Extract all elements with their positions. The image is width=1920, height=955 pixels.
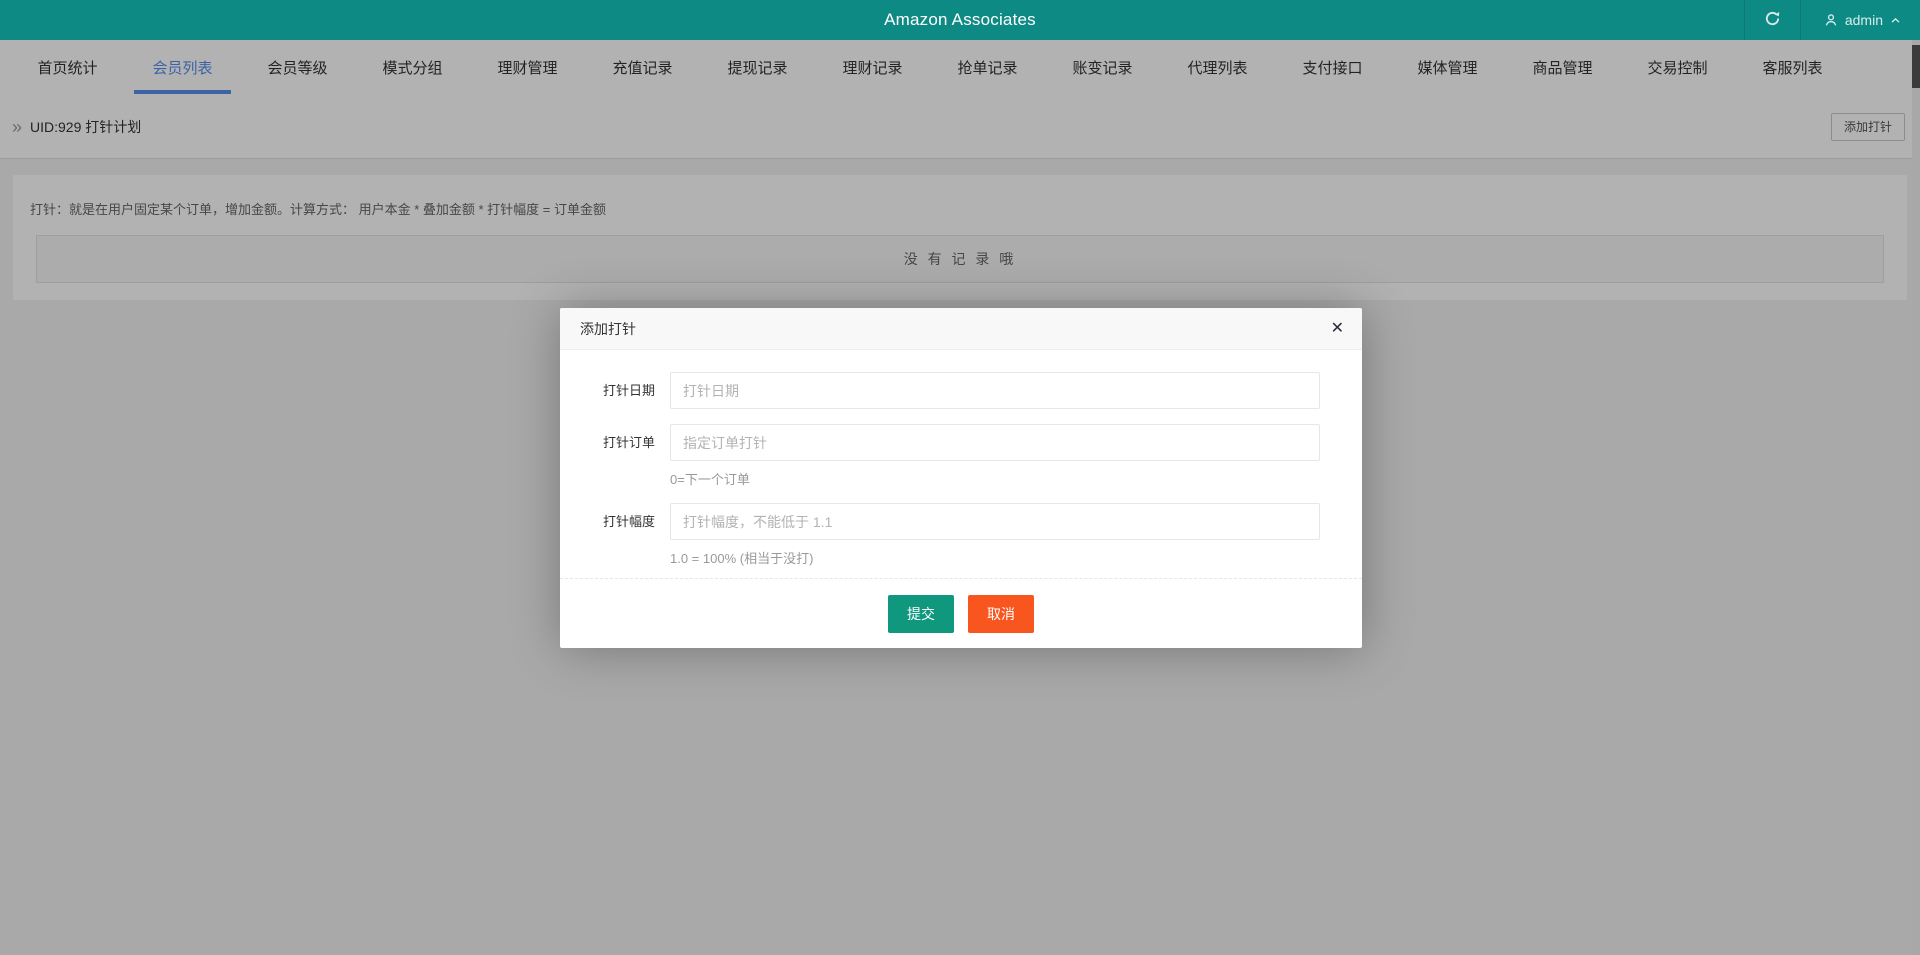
- inject-rate-help-text: 1.0 = 100% (相当于没打): [670, 548, 1320, 567]
- cancel-button[interactable]: 取消: [968, 595, 1034, 633]
- modal-form: 打针日期打针订单 0=下一个订单打针幅度 1.0 = 100% (相当于没打): [560, 350, 1362, 567]
- modal-header: 添加打针 ✕: [560, 308, 1362, 350]
- app-title: Amazon Associates: [0, 0, 1920, 40]
- app-header: Amazon Associates admin: [0, 0, 1920, 40]
- inject-date-input[interactable]: [670, 372, 1320, 409]
- refresh-button[interactable]: [1744, 0, 1801, 40]
- inject-rate-field: 1.0 = 100% (相当于没打): [670, 503, 1320, 567]
- inject-date-label: 打针日期: [560, 372, 655, 409]
- username: admin: [1845, 12, 1883, 28]
- user-menu[interactable]: admin: [1801, 0, 1920, 40]
- refresh-icon: [1764, 10, 1781, 30]
- caret-up-icon: [1889, 14, 1902, 27]
- inject-rate-label: 打针幅度: [560, 503, 655, 540]
- inject-date-field: [670, 372, 1320, 409]
- submit-button[interactable]: 提交: [888, 595, 954, 633]
- add-injection-modal: 添加打针 ✕ 打针日期打针订单 0=下一个订单打针幅度 1.0 = 100% (相当…: [560, 308, 1362, 648]
- user-icon: [1823, 12, 1839, 28]
- modal-footer: 提交 取消: [560, 578, 1362, 648]
- inject-rate-input[interactable]: [670, 503, 1320, 540]
- form-row-inject-order: 打针订单 0=下一个订单: [560, 424, 1362, 488]
- header-right-controls: admin: [1744, 0, 1920, 40]
- inject-order-input[interactable]: [670, 424, 1320, 461]
- modal-title: 添加打针: [580, 321, 636, 337]
- form-row-inject-rate: 打针幅度 1.0 = 100% (相当于没打): [560, 503, 1362, 567]
- inject-order-help-text: 0=下一个订单: [670, 469, 1320, 488]
- close-icon[interactable]: ✕: [1331, 308, 1344, 350]
- inject-order-field: 0=下一个订单: [670, 424, 1320, 488]
- form-row-inject-date: 打针日期: [560, 372, 1362, 409]
- inject-order-label: 打针订单: [560, 424, 655, 461]
